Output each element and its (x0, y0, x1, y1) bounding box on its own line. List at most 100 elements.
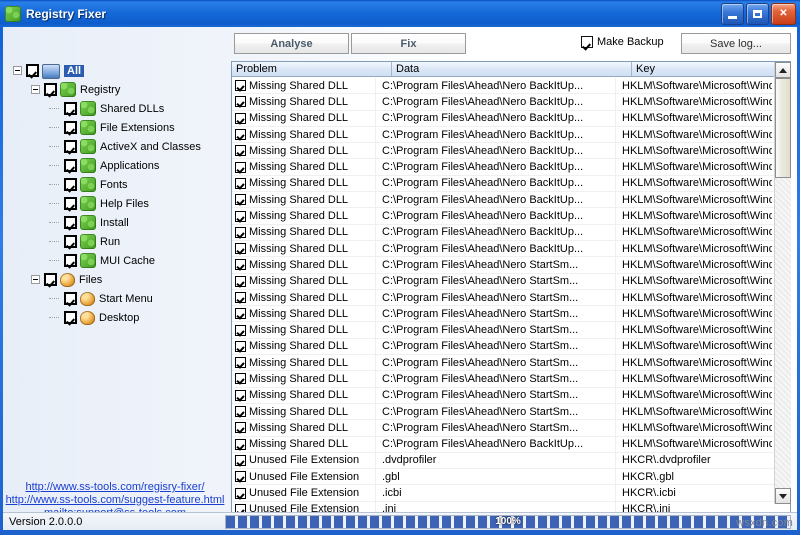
maximize-button[interactable] (746, 3, 769, 25)
tree-checkbox[interactable] (64, 121, 77, 134)
tree-item-applications[interactable]: Applications (5, 156, 227, 175)
tree-item-shared-dlls[interactable]: Shared DLLs (5, 99, 227, 118)
tree-item-file-extensions[interactable]: File Extensions (5, 118, 227, 137)
tree-expander-icon[interactable] (31, 275, 40, 284)
link-1[interactable]: http://www.ss-tools.com/regisry-fixer/ (25, 481, 204, 493)
save-log-button[interactable]: Save log... (681, 33, 791, 54)
table-row[interactable]: Missing Shared DLL C:\Program Files\Ahead… (232, 126, 775, 144)
tree-expander-icon[interactable] (13, 66, 22, 75)
table-row[interactable]: Missing Shared DLL C:\Program Files\Ahead… (232, 387, 775, 404)
row-checkbox[interactable] (235, 145, 246, 157)
table-row[interactable]: Missing Shared DLL C:\Program Files\Ahead… (232, 94, 775, 111)
row-checkbox[interactable] (235, 308, 246, 320)
row-checkbox[interactable] (235, 373, 246, 385)
table-row[interactable]: Missing Shared DLL C:\Program Files\Ahead… (232, 143, 775, 160)
row-checkbox[interactable] (235, 80, 246, 92)
row-checkbox[interactable] (235, 340, 246, 352)
row-checkbox[interactable] (235, 275, 246, 287)
close-button[interactable]: ✕ (771, 3, 796, 25)
row-checkbox[interactable] (235, 161, 246, 173)
row-checkbox[interactable] (235, 406, 246, 418)
tree-checkbox[interactable] (64, 311, 77, 324)
row-checkbox[interactable] (235, 292, 246, 303)
row-checkbox[interactable] (235, 226, 246, 238)
table-row[interactable]: Missing Shared DLL C:\Program Files\Ahead… (232, 273, 775, 290)
tree-checkbox[interactable] (64, 235, 77, 248)
row-checkbox[interactable] (235, 112, 246, 124)
row-checkbox[interactable] (235, 194, 246, 206)
tree-checkbox[interactable] (64, 292, 77, 305)
column-header-problem[interactable]: Problem (232, 62, 392, 76)
table-row[interactable]: Missing Shared DLL C:\Program Files\Ahead… (232, 175, 775, 193)
link-2[interactable]: http://www.ss-tools.com/suggest-feature.… (6, 494, 225, 506)
column-header-data[interactable]: Data (392, 62, 632, 76)
tree-expander-icon[interactable] (31, 85, 40, 94)
make-backup-checkbox[interactable]: Make Backup (581, 36, 664, 48)
table-row[interactable]: Missing Shared DLL C:\Program Files\Ahead… (232, 159, 775, 176)
row-checkbox[interactable] (235, 389, 246, 401)
row-checkbox[interactable] (235, 422, 246, 434)
table-row[interactable]: Missing Shared DLL C:\Program Files\Ahead… (232, 338, 775, 356)
vertical-scroll-track[interactable] (775, 178, 791, 488)
tree-item-desktop[interactable]: Desktop (5, 308, 227, 327)
tree-checkbox[interactable] (26, 64, 39, 77)
tree-checkbox[interactable] (44, 273, 57, 286)
table-row[interactable]: Missing Shared DLL C:\Program Files\Ahead… (232, 192, 775, 209)
table-row[interactable]: Missing Shared DLL C:\Program Files\Ahead… (232, 110, 775, 127)
tree-item-registry[interactable]: Registry (5, 80, 227, 99)
tree-item-all[interactable]: All (5, 61, 227, 80)
row-checkbox[interactable] (235, 243, 246, 255)
fix-button[interactable]: Fix (351, 33, 466, 54)
tree-checkbox[interactable] (64, 102, 77, 115)
scroll-up-button[interactable] (775, 62, 791, 78)
row-checkbox[interactable] (235, 177, 246, 189)
row-checkbox[interactable] (235, 487, 246, 499)
table-row[interactable]: Missing Shared DLL C:\Program Files\Ahead… (232, 306, 775, 323)
problem-list[interactable]: Problem Data Key Missing Shared DLL C:\Pr… (231, 61, 791, 530)
table-row[interactable]: Missing Shared DLL C:\Program Files\Ahead… (232, 403, 775, 421)
tree-item-run[interactable]: Run (5, 232, 227, 251)
row-checkbox[interactable] (235, 454, 246, 466)
tree-checkbox[interactable] (64, 216, 77, 229)
row-checkbox[interactable] (235, 96, 246, 108)
tree-checkbox[interactable] (64, 254, 77, 267)
vertical-scrollbar[interactable] (774, 62, 791, 504)
table-row[interactable]: Missing Shared DLL C:\Program Files\Ahead… (232, 78, 775, 95)
table-row[interactable]: Missing Shared DLL C:\Program Files\Ahead… (232, 224, 775, 241)
vertical-scroll-thumb[interactable] (775, 78, 791, 178)
table-row[interactable]: Missing Shared DLL C:\Program Files\Ahead… (232, 436, 775, 453)
table-row[interactable]: Missing Shared DLL C:\Program Files\Ahead… (232, 257, 775, 274)
row-checkbox[interactable] (235, 129, 246, 141)
scroll-down-button[interactable] (775, 488, 791, 504)
table-row[interactable]: Unused File Extension .gbl HKCR\.gbl (232, 469, 775, 486)
tree-item-mui-cache[interactable]: MUI Cache (5, 251, 227, 270)
analyse-button[interactable]: Analyse (234, 33, 349, 54)
column-header-key[interactable]: Key (632, 62, 773, 76)
row-checkbox[interactable] (235, 210, 246, 222)
tree-item-start-menu[interactable]: Start Menu (5, 289, 227, 308)
tree-checkbox[interactable] (44, 83, 57, 96)
tree-item-fonts[interactable]: Fonts (5, 175, 227, 194)
table-row[interactable]: Missing Shared DLL C:\Program Files\Ahead… (232, 420, 775, 437)
category-tree[interactable]: All Registry Shared DLLs File Extensions Act… (5, 61, 227, 473)
tree-item-activex-and-classes[interactable]: ActiveX and Classes (5, 137, 227, 156)
table-row[interactable]: Unused File Extension .icbi HKCR\.icbi (232, 485, 775, 502)
table-row[interactable]: Unused File Extension .dvdprofiler HKCR\.d… (232, 452, 775, 470)
row-checkbox[interactable] (235, 357, 246, 369)
minimize-button[interactable] (721, 3, 744, 25)
tree-checkbox[interactable] (64, 159, 77, 172)
tree-item-files[interactable]: Files (5, 270, 227, 289)
table-row[interactable]: Missing Shared DLL C:\Program Files\Ahead… (232, 240, 775, 258)
table-row[interactable]: Missing Shared DLL C:\Program Files\Ahead… (232, 371, 775, 388)
tree-item-install[interactable]: Install (5, 213, 227, 232)
table-row[interactable]: Missing Shared DLL C:\Program Files\Ahead… (232, 355, 775, 372)
table-row[interactable]: Missing Shared DLL C:\Program Files\Ahead… (232, 289, 775, 307)
row-checkbox[interactable] (235, 471, 246, 483)
tree-item-help-files[interactable]: Help Files (5, 194, 227, 213)
tree-checkbox[interactable] (64, 140, 77, 153)
table-row[interactable]: Missing Shared DLL C:\Program Files\Ahead… (232, 322, 775, 339)
tree-checkbox[interactable] (64, 178, 77, 191)
tree-checkbox[interactable] (64, 197, 77, 210)
row-checkbox[interactable] (235, 438, 246, 450)
row-checkbox[interactable] (235, 259, 246, 271)
